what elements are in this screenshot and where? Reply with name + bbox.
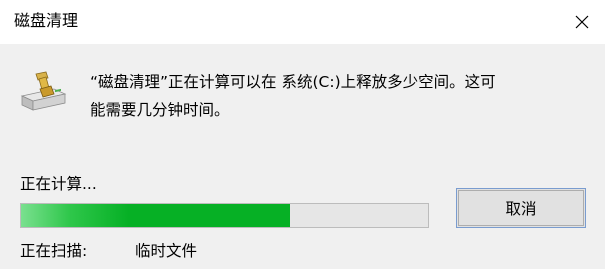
disk-cleanup-icon	[20, 71, 67, 111]
progress-fill	[21, 204, 290, 227]
title-bar: 磁盘清理	[0, 0, 605, 44]
scan-item: 临时文件	[135, 242, 198, 260]
cancel-button[interactable]: 取消	[456, 188, 586, 228]
window-title: 磁盘清理	[14, 11, 79, 30]
status-text: 正在计算...	[20, 175, 97, 193]
scan-label: 正在扫描:	[20, 242, 88, 260]
message-line-2: 能需要几分钟时间。	[90, 101, 230, 119]
message-line-1: “磁盘清理”正在计算可以在 系统(C:)上释放多少空间。这可	[90, 73, 496, 91]
close-button[interactable]	[559, 0, 605, 44]
close-icon	[575, 15, 589, 29]
dialog-message: “磁盘清理”正在计算可以在 系统(C:)上释放多少空间。这可 能需要几分钟时间。	[90, 68, 580, 124]
progress-bar	[20, 203, 429, 228]
